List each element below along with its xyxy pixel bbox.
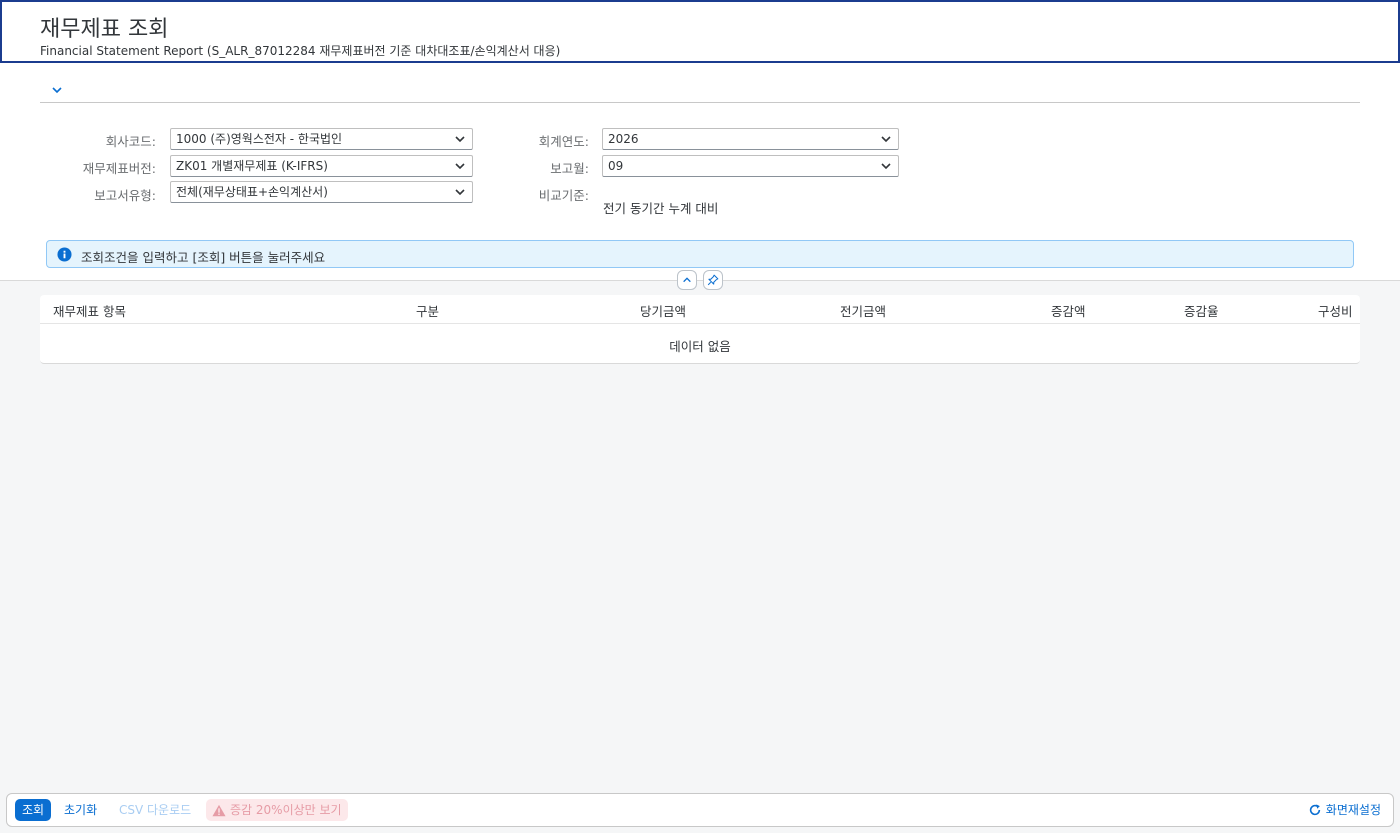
- fs-version-select[interactable]: ZK01 개별재무제표 (K-IFRS): [170, 155, 473, 177]
- report-type-label: 보고서유형:: [94, 188, 156, 203]
- page-title: 재무제표 조회: [40, 17, 169, 42]
- column-header[interactable]: 구분: [416, 301, 439, 320]
- table-header: 재무제표 항목 구분 당기금액 전기금액 증감액 증감율 구성비: [40, 295, 1360, 324]
- fiscal-year-label: 회계연도:: [538, 134, 589, 149]
- chevron-down-icon: [881, 163, 891, 170]
- screen-reset-button[interactable]: 화면재설정: [1308, 799, 1381, 821]
- column-header[interactable]: 재무제표 항목: [53, 301, 126, 320]
- reset-button[interactable]: 초기화: [64, 799, 97, 821]
- chevron-down-icon: [455, 163, 465, 170]
- chevron-down-icon: [881, 136, 891, 143]
- fiscal-year-value: 2026: [608, 132, 639, 146]
- report-type-value: 전체(재무상태표+손익계산서): [176, 185, 328, 199]
- page-header: 재무제표 조회 Financial Statement Report (S_AL…: [0, 0, 1400, 63]
- warning-icon: [212, 804, 226, 816]
- column-header[interactable]: 증감액: [1051, 301, 1086, 320]
- comparison-label: 비교기준:: [538, 188, 589, 203]
- filter-area: 회사코드: 재무제표버전: 보고서유형: 1000 (주)영웍스전자 - 한국법…: [0, 63, 1400, 281]
- footer-toolbar: 조회 초기화 CSV 다운로드 증감 20%이상만 보기 화면재설정: [6, 793, 1394, 827]
- period-label: 보고월:: [550, 161, 589, 176]
- chevron-down-icon: [455, 136, 465, 143]
- column-header[interactable]: 구성비: [1318, 301, 1353, 320]
- pin-header-button[interactable]: [703, 270, 723, 290]
- csv-download-button[interactable]: CSV 다운로드: [119, 799, 191, 821]
- column-header[interactable]: 증감율: [1184, 301, 1219, 320]
- result-table: 재무제표 항목 구분 당기금액 전기금액 증감액 증감율 구성비 데이터 없음: [40, 295, 1360, 364]
- info-message-text: 조회조건을 입력하고 [조회] 버튼을 눌러주세요: [81, 250, 326, 265]
- comparison-value: 전기 동기간 누계 대비: [603, 201, 719, 216]
- fs-version-value: ZK01 개별재무제표 (K-IFRS): [176, 159, 328, 173]
- no-data-text: 데이터 없음: [669, 339, 731, 354]
- info-message-strip: 조회조건을 입력하고 [조회] 버튼을 눌러주세요: [46, 240, 1354, 268]
- fiscal-year-select[interactable]: 2026: [602, 128, 899, 150]
- search-button[interactable]: 조회: [15, 799, 51, 821]
- period-select[interactable]: 09: [602, 155, 899, 177]
- company-code-select[interactable]: 1000 (주)영웍스전자 - 한국법인: [170, 128, 473, 150]
- refresh-icon: [1309, 804, 1320, 816]
- page-subtitle: Financial Statement Report (S_ALR_870122…: [40, 44, 561, 58]
- company-code-label: 회사코드:: [105, 134, 156, 149]
- divider: [40, 102, 1360, 103]
- collapse-header-button[interactable]: [677, 270, 697, 290]
- column-header[interactable]: 전기금액: [840, 301, 886, 320]
- report-type-select[interactable]: 전체(재무상태표+손익계산서): [170, 181, 473, 203]
- chevron-down-icon[interactable]: [49, 82, 65, 98]
- chevron-down-icon: [455, 189, 465, 196]
- info-icon: [57, 247, 72, 262]
- filter-20-percent-button[interactable]: 증감 20%이상만 보기: [206, 799, 348, 821]
- company-code-value: 1000 (주)영웍스전자 - 한국법인: [176, 132, 343, 146]
- chevron-up-icon: [683, 277, 691, 283]
- screen-reset-label: 화면재설정: [1325, 803, 1381, 817]
- period-value: 09: [608, 159, 624, 173]
- column-header[interactable]: 당기금액: [640, 301, 686, 320]
- filter-20-percent-label: 증감 20%이상만 보기: [230, 803, 342, 817]
- fs-version-label: 재무제표버전:: [82, 161, 156, 176]
- pin-icon: [707, 274, 719, 286]
